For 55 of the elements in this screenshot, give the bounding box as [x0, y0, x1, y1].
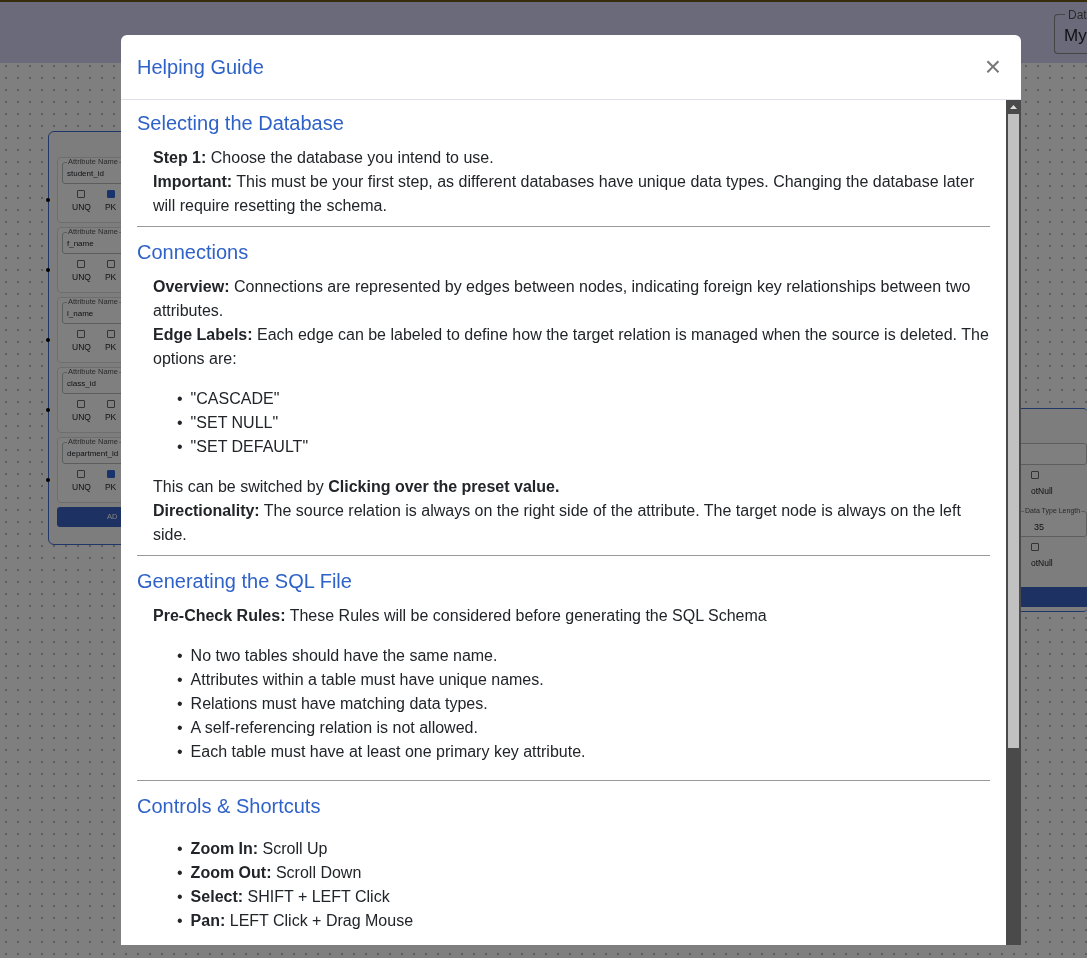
list-item: Relations must have matching data types. [190, 694, 488, 714]
field-value: department_id [67, 449, 119, 458]
paragraph: Directionality: The source relation is always on the right side of the attribute. The target node is always on the left side. [153, 501, 962, 545]
list-item: Each table must have at least one primary key attribute. [190, 742, 586, 762]
list-item: "CASCADE" [190, 389, 280, 409]
paragraph: Step 1: Choose the database you intend to use. [153, 148, 495, 168]
field-value: class_id [67, 379, 96, 388]
bullet: • [177, 389, 183, 409]
checkbox-label: PK [104, 481, 117, 494]
list-item: "SET DEFAULT" [190, 437, 309, 457]
field-value: f_name [67, 239, 94, 248]
checkbox-label: PK [104, 201, 117, 214]
checkbox-label: UNQ [72, 271, 91, 284]
field-value: l_name [67, 309, 94, 318]
checkbox-label: UNQ [72, 481, 91, 494]
checkbox-label: UNQ [72, 201, 91, 214]
section-heading: Controls & Shortcuts [137, 794, 322, 819]
bullet: • [177, 413, 183, 433]
checkbox-label: PK [104, 271, 117, 284]
bullet: • [177, 911, 183, 931]
list-item: A self-referencing relation is not allowed. [190, 718, 478, 738]
section-heading: Selecting the Database [137, 111, 345, 136]
list-item: "SET NULL" [190, 413, 279, 433]
paragraph: Overview: Connections are represented by edges between nodes, indicating foreign key relationships between two attributes. [153, 277, 972, 321]
list-item: Attributes within a table must have unique names. [190, 670, 544, 690]
list-item: No two tables should have the same name. [190, 646, 498, 666]
checkbox-label: UNQ [72, 411, 91, 424]
section-heading: Connections [137, 240, 250, 265]
bullet: • [177, 670, 183, 690]
checkbox-label: PK [104, 341, 117, 354]
dialog-title: Helping Guide [137, 55, 264, 79]
field-value: My [1064, 26, 1087, 45]
list-item: Zoom In: Scroll Up [190, 839, 328, 859]
bullet: • [177, 839, 183, 859]
bullet: • [177, 437, 183, 457]
checkbox-label: PK [104, 411, 117, 424]
field-value: student_id [67, 169, 104, 178]
checkbox-label: UNQ [72, 341, 91, 354]
bullet: • [177, 694, 183, 714]
paragraph: Pre-Check Rules: These Rules will be considered before generating the SQL Schema [153, 606, 768, 626]
bullet: • [177, 887, 183, 907]
section-heading: Generating the SQL File [137, 569, 353, 594]
list-item: Zoom Out: Scroll Down [190, 863, 362, 883]
bullet: • [177, 718, 183, 738]
paragraph: This can be switched by Clicking over the preset value. [153, 477, 561, 497]
bullet: • [177, 742, 183, 762]
list-item: Pan: LEFT Click + Drag Mouse [190, 911, 414, 931]
bullet: • [177, 863, 183, 883]
field-value: 35 [1034, 522, 1044, 532]
paragraph: Edge Labels: Each edge can be labeled to define how the target relation is managed when the source is deleted. The options are: [153, 325, 990, 369]
checkbox-label: otNull [1031, 485, 1053, 498]
bullet: • [177, 646, 183, 666]
paragraph: Important: This must be your first step, as different databases have unique data types. Changing the database later will require resetting the schema. [153, 172, 976, 216]
checkbox-label: otNull [1031, 557, 1053, 570]
list-item: Select: SHIFT + LEFT Click [190, 887, 390, 907]
